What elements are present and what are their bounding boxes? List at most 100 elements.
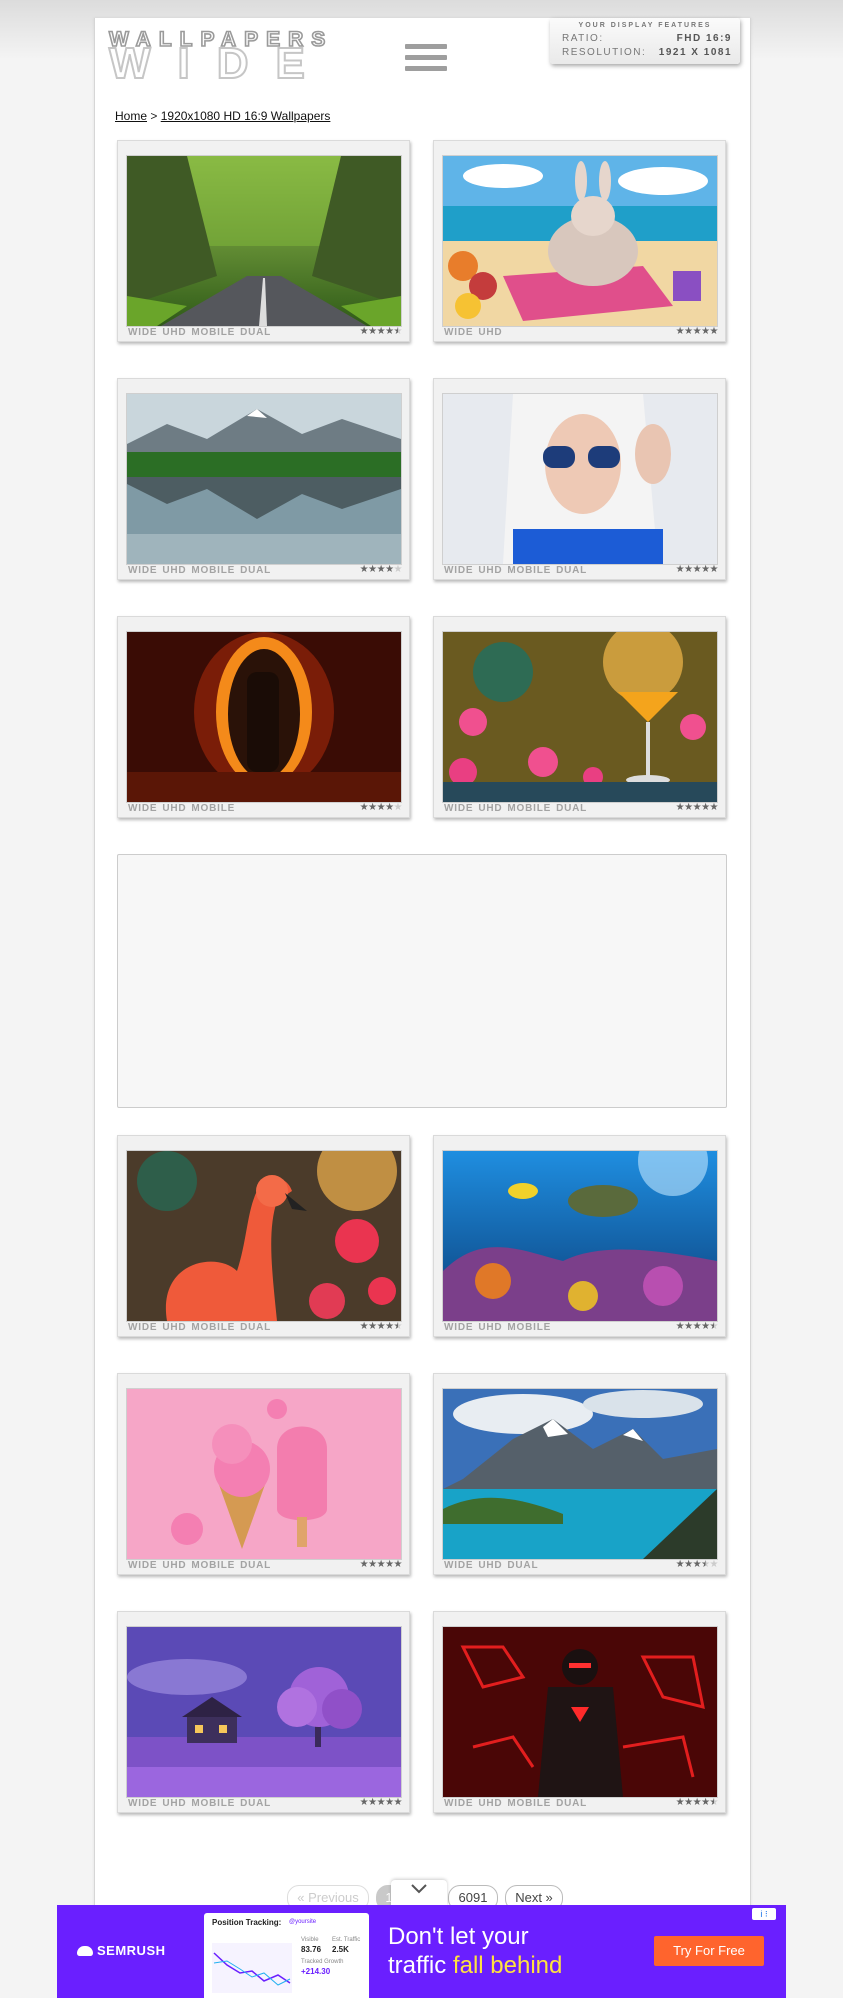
semrush-logo: SEMRUSH — [77, 1943, 166, 1958]
ad-metric-value: 83.76 — [301, 1945, 322, 1954]
hamburger-menu-icon[interactable] — [405, 44, 447, 78]
wallpaper-card[interactable]: WIDE UHD MOBILE DUAL ★★★★★ — [117, 140, 410, 342]
tag-link[interactable]: UHD — [478, 1322, 502, 1333]
rating-stars-icon: ★★★★★ — [675, 1321, 719, 1332]
rating-stars-icon: ★★★★★ — [675, 1559, 719, 1570]
purple-tree-house-image[interactable] — [126, 1626, 402, 1798]
tag-link[interactable]: UHD — [478, 565, 502, 576]
tag-link[interactable]: MOBILE — [191, 803, 235, 814]
tag-link[interactable]: DUAL — [507, 1560, 538, 1571]
breadcrumb-current-link[interactable]: 1920x1080 HD 16:9 Wallpapers — [161, 109, 331, 123]
tag-link[interactable]: DUAL — [556, 803, 587, 814]
tree-road-image[interactable] — [126, 155, 402, 327]
tag-link[interactable]: MOBILE — [507, 1798, 551, 1809]
tag-link[interactable]: MOBILE — [191, 1322, 235, 1333]
tag-link[interactable]: UHD — [478, 1798, 502, 1809]
wallpaper-card[interactable]: WIDE UHD MOBILE ★★★★★ — [433, 1135, 726, 1337]
try-for-free-button[interactable]: Try For Free — [654, 1936, 764, 1966]
rating-stars-icon: ★★★★★ — [675, 1797, 719, 1808]
tag-link[interactable]: WIDE — [444, 565, 473, 576]
rating-stars-icon: ★★★★★ — [359, 1559, 403, 1570]
resolution-tags: WIDE UHD — [444, 327, 507, 338]
cocktail-flowers-image[interactable] — [442, 631, 718, 803]
tag-link[interactable]: WIDE — [444, 803, 473, 814]
tag-link[interactable]: UHD — [162, 327, 186, 338]
tag-link[interactable]: DUAL — [240, 565, 271, 576]
wallpaper-card[interactable]: WIDE UHD MOBILE DUAL ★★★★★ — [433, 378, 726, 580]
wallpaper-card[interactable]: WIDE UHD MOBILE DUAL ★★★★★ — [433, 1611, 726, 1813]
wallpaper-card[interactable]: WIDE UHD DUAL ★★★★★ — [433, 1373, 726, 1575]
tag-link[interactable]: UHD — [162, 1560, 186, 1571]
tag-link[interactable]: MOBILE — [191, 565, 235, 576]
tag-link[interactable]: MOBILE — [507, 565, 551, 576]
tag-link[interactable]: WIDE — [128, 1560, 157, 1571]
wallpaper-card[interactable]: WIDE UHD MOBILE DUAL ★★★★★ — [117, 378, 410, 580]
tag-link[interactable]: WIDE — [128, 327, 157, 338]
wallpaper-card[interactable]: WIDE UHD ★★★★★ — [433, 140, 726, 342]
tag-link[interactable]: WIDE — [444, 327, 473, 338]
ad-metric-label: Est. Traffic — [332, 1937, 361, 1943]
tag-link[interactable]: UHD — [162, 565, 186, 576]
tag-link[interactable]: UHD — [162, 803, 186, 814]
wallpaper-card[interactable]: WIDE UHD MOBILE DUAL ★★★★★ — [117, 1373, 410, 1575]
tag-link[interactable]: UHD — [162, 1322, 186, 1333]
tag-link[interactable]: WIDE — [128, 565, 157, 576]
page-container: WALLPAPERS WIDE YOUR DISPLAY FEATURES RA… — [94, 18, 751, 1998]
adchoices-info-icon[interactable]: i ⁝ — [752, 1908, 776, 1920]
ratio-value: FHD 16:9 — [676, 33, 732, 44]
site-logo[interactable]: WALLPAPERS WIDE — [108, 27, 369, 86]
tag-link[interactable]: WIDE — [128, 1322, 157, 1333]
patagonia-lake-image[interactable] — [442, 1388, 718, 1560]
tag-link[interactable]: DUAL — [240, 327, 271, 338]
flamingo-image[interactable] — [126, 1150, 402, 1322]
tag-link[interactable]: MOBILE — [191, 1798, 235, 1809]
tag-link[interactable]: MOBILE — [507, 1322, 551, 1333]
wallpaper-card[interactable]: WIDE UHD MOBILE DUAL ★★★★★ — [117, 1611, 410, 1813]
ad-brand: SEMRUSH — [97, 1943, 166, 1958]
tag-link[interactable]: WIDE — [444, 1560, 473, 1571]
tag-link[interactable]: DUAL — [240, 1798, 271, 1809]
tag-link[interactable]: WIDE — [444, 1322, 473, 1333]
tag-link[interactable]: DUAL — [556, 1798, 587, 1809]
tag-link[interactable]: DUAL — [240, 1560, 271, 1571]
tag-link[interactable]: WIDE — [128, 803, 157, 814]
breadcrumb-home-link[interactable]: Home — [115, 109, 147, 123]
wallpaper-card[interactable]: WIDE UHD MOBILE DUAL ★★★★★ — [117, 1135, 410, 1337]
chevron-down-icon — [409, 1884, 429, 1902]
ad-screenshot-subtitle: @yoursite — [289, 1919, 317, 1925]
rating-stars-icon: ★★★★★ — [359, 326, 403, 337]
mountain-lake-image[interactable] — [126, 393, 402, 565]
tag-link[interactable]: WIDE — [128, 1798, 157, 1809]
ad-headline-line1: Don't let your — [388, 1923, 529, 1950]
breadcrumb: Home > 1920x1080 HD 16:9 Wallpapers — [115, 109, 330, 123]
fire-warrior-image[interactable] — [126, 631, 402, 803]
resolution-tags: WIDE UHD MOBILE — [444, 1322, 556, 1333]
red-cyber-warrior-image[interactable] — [442, 1626, 718, 1798]
wallpaper-card[interactable]: WIDE UHD MOBILE DUAL ★★★★★ — [433, 616, 726, 818]
ad-headline: Don't let your traffic fall behind — [388, 1922, 562, 1980]
resolution-tags: WIDE UHD MOBILE DUAL — [128, 1560, 276, 1571]
tag-link[interactable]: UHD — [478, 1560, 502, 1571]
beach-bunny-image[interactable] — [442, 155, 718, 327]
breadcrumb-separator: > — [150, 109, 158, 123]
tag-link[interactable]: WIDE — [444, 1798, 473, 1809]
pink-ice-cream-image[interactable] — [126, 1388, 402, 1560]
tag-link[interactable]: UHD — [162, 1798, 186, 1809]
display-features-title: YOUR DISPLAY FEATURES — [578, 22, 712, 29]
tag-link[interactable]: UHD — [478, 327, 502, 338]
ad-headline-line2: traffic — [388, 1952, 453, 1979]
tag-link[interactable]: MOBILE — [507, 803, 551, 814]
sea-turtle-reef-image[interactable] — [442, 1150, 718, 1322]
collapse-ad-button[interactable] — [391, 1880, 447, 1906]
wallpaper-card[interactable]: WIDE UHD MOBILE ★★★★★ — [117, 616, 410, 818]
rating-stars-icon: ★★★★★ — [359, 564, 403, 575]
tag-link[interactable]: UHD — [478, 803, 502, 814]
sticky-banner-ad[interactable]: SEMRUSH Position Tracking: @yoursite Vis… — [57, 1905, 786, 1998]
tag-link[interactable]: MOBILE — [191, 327, 235, 338]
tag-link[interactable]: DUAL — [556, 565, 587, 576]
tag-link[interactable]: MOBILE — [191, 1560, 235, 1571]
woman-sunglasses-image[interactable] — [442, 393, 718, 565]
resolution-tags: WIDE UHD MOBILE — [128, 803, 240, 814]
rating-stars-icon: ★★★★★ — [359, 1797, 403, 1808]
tag-link[interactable]: DUAL — [240, 1322, 271, 1333]
